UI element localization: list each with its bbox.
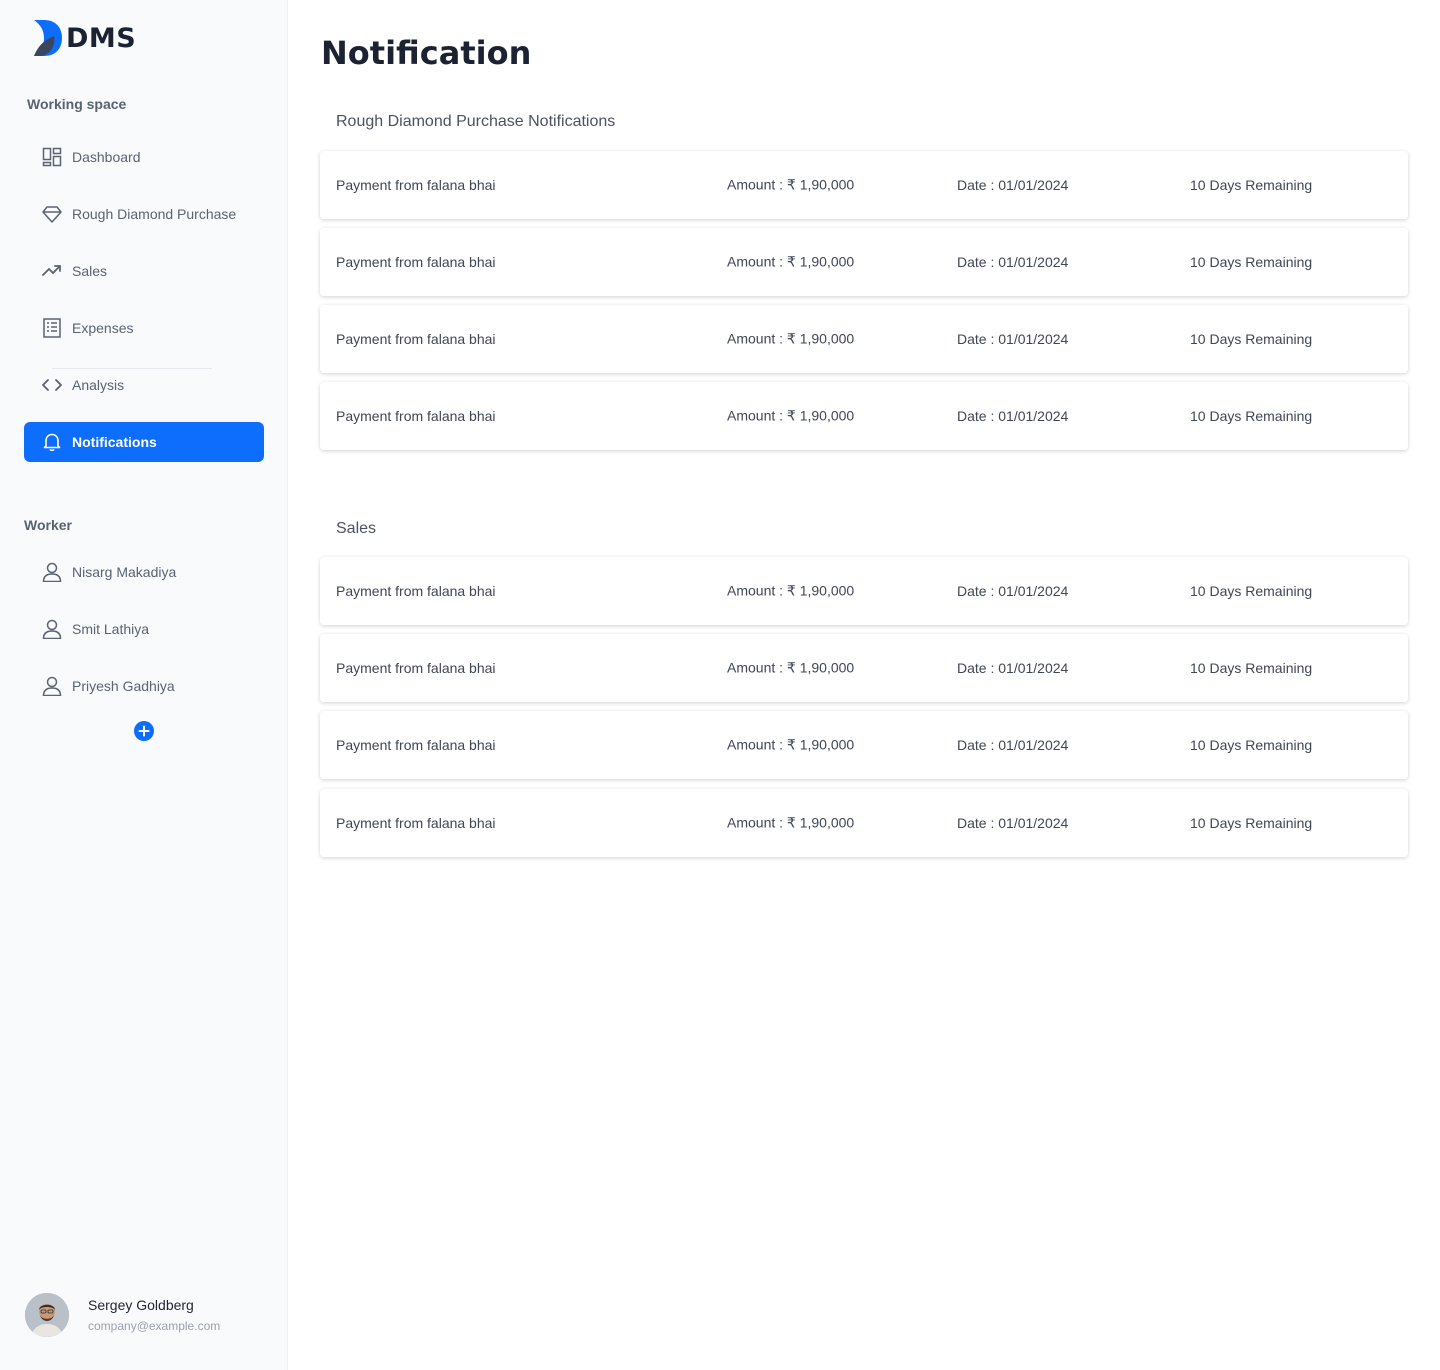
row-remaining: 10 Days Remaining (1190, 177, 1313, 193)
trend-up-icon (41, 260, 63, 282)
receipt-icon (41, 317, 63, 339)
row-amount: Amount : ₹ 1,90,000 (727, 659, 855, 676)
row-remaining: 10 Days Remaining (1190, 583, 1313, 599)
row-remaining: 10 Days Remaining (1190, 660, 1313, 676)
row-description: Payment from falana bhai (336, 331, 496, 347)
sidebar-item-label: Sales (72, 263, 108, 279)
row-remaining: 10 Days Remaining (1190, 254, 1313, 270)
worker-name: Priyesh Gadhiya (72, 678, 175, 694)
worker-name: Nisarg Makadiya (72, 564, 177, 580)
row-date: Date : 01/01/2024 (957, 254, 1069, 270)
row-amount: Amount : ₹ 1,90,000 (727, 330, 855, 347)
plus-circle-icon (138, 725, 150, 737)
notification-row[interactable]: Payment from falana bhai Amount : ₹ 1,90… (320, 557, 1408, 625)
row-description: Payment from falana bhai (336, 408, 496, 424)
row-amount: Amount : ₹ 1,90,000 (727, 176, 855, 193)
sidebar-item-expenses[interactable]: Expenses (24, 308, 264, 348)
diamond-icon (41, 203, 63, 225)
profile-email: company@example.com (88, 1319, 221, 1333)
sidebar-item-notifications[interactable]: Notifications (24, 422, 264, 462)
avatar (25, 1293, 69, 1337)
working-space-label: Working space (27, 96, 127, 112)
row-date: Date : 01/01/2024 (957, 737, 1069, 753)
profile-name: Sergey Goldberg (88, 1297, 194, 1313)
group-title: Rough Diamond Purchase Notifications (336, 113, 616, 130)
worker-item[interactable]: Nisarg Makadiya (24, 552, 264, 592)
sidebar-item-label: Expenses (72, 320, 134, 336)
group-title: Sales (336, 520, 377, 537)
notification-row[interactable]: Payment from falana bhai Amount : ₹ 1,90… (320, 305, 1408, 373)
row-remaining: 10 Days Remaining (1190, 408, 1313, 424)
sidebar-item-label: Notifications (72, 434, 157, 450)
row-date: Date : 01/01/2024 (957, 583, 1069, 599)
notification-row[interactable]: Payment from falana bhai Amount : ₹ 1,90… (320, 382, 1408, 450)
notification-row[interactable]: Payment from falana bhai Amount : ₹ 1,90… (320, 151, 1408, 219)
row-date: Date : 01/01/2024 (957, 177, 1069, 193)
row-description: Payment from falana bhai (336, 177, 496, 193)
code-icon (41, 374, 63, 396)
worker-name: Smit Lathiya (72, 621, 150, 637)
row-date: Date : 01/01/2024 (957, 815, 1069, 831)
logo-text: DMS (66, 22, 137, 54)
notification-row[interactable]: Payment from falana bhai Amount : ₹ 1,90… (320, 228, 1408, 296)
notification-row[interactable]: Payment from falana bhai Amount : ₹ 1,90… (320, 789, 1408, 857)
row-amount: Amount : ₹ 1,90,000 (727, 736, 855, 753)
sidebar-item-dashboard[interactable]: Dashboard (24, 137, 264, 177)
row-description: Payment from falana bhai (336, 660, 496, 676)
row-description: Payment from falana bhai (336, 737, 496, 753)
row-description: Payment from falana bhai (336, 815, 496, 831)
row-description: Payment from falana bhai (336, 583, 496, 599)
row-remaining: 10 Days Remaining (1190, 737, 1313, 753)
dms-logo-icon (34, 20, 62, 56)
user-icon (41, 675, 63, 697)
user-icon (41, 618, 63, 640)
bell-icon (41, 431, 63, 453)
worker-item[interactable]: Smit Lathiya (24, 609, 264, 649)
logo[interactable]: DMS (32, 20, 136, 56)
sidebar-item-label: Analysis (72, 377, 125, 393)
row-remaining: 10 Days Remaining (1190, 815, 1313, 831)
row-amount: Amount : ₹ 1,90,000 (727, 253, 855, 270)
row-date: Date : 01/01/2024 (957, 660, 1069, 676)
sidebar: DMS Working space Dashboard Rough Diamon… (0, 0, 288, 1370)
row-amount: Amount : ₹ 1,90,000 (727, 582, 855, 599)
row-date: Date : 01/01/2024 (957, 331, 1069, 347)
row-amount: Amount : ₹ 1,90,000 (727, 407, 855, 424)
page-title: Notification (321, 34, 532, 72)
sidebar-item-sales[interactable]: Sales (24, 251, 264, 291)
worker-label: Worker (24, 517, 72, 533)
sidebar-item-analysis[interactable]: Analysis (24, 365, 264, 405)
notification-row[interactable]: Payment from falana bhai Amount : ₹ 1,90… (320, 634, 1408, 702)
row-remaining: 10 Days Remaining (1190, 331, 1313, 347)
row-date: Date : 01/01/2024 (957, 408, 1069, 424)
sidebar-item-rough-diamond-purchase[interactable]: Rough Diamond Purchase (24, 194, 264, 234)
dashboard-icon (41, 146, 63, 168)
sidebar-item-label: Dashboard (72, 149, 141, 165)
user-profile[interactable]: Sergey Goldberg company@example.com (25, 1293, 220, 1337)
worker-item[interactable]: Priyesh Gadhiya (24, 666, 264, 706)
row-description: Payment from falana bhai (336, 254, 496, 270)
row-amount: Amount : ₹ 1,90,000 (727, 814, 855, 831)
add-worker-button[interactable] (134, 721, 154, 741)
user-icon (41, 561, 63, 583)
sidebar-item-label: Rough Diamond Purchase (72, 206, 237, 222)
notification-row[interactable]: Payment from falana bhai Amount : ₹ 1,90… (320, 711, 1408, 779)
